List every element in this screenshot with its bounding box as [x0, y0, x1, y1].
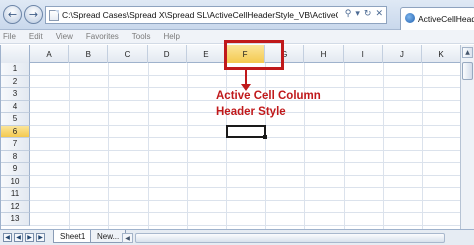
prev-icon: ◀ [16, 233, 21, 241]
search-icon[interactable]: ⚲ [345, 9, 352, 19]
grid-line-horizontal [30, 174, 460, 176]
column-header-b[interactable]: B [69, 45, 109, 63]
row-header-7[interactable]: 7 [1, 138, 30, 151]
dropdown-icon[interactable]: ▾ [355, 9, 360, 19]
column-header-j[interactable]: J [383, 45, 422, 63]
stop-icon[interactable]: ✕ [375, 9, 383, 19]
prev-sheet-button[interactable]: ◀ [14, 233, 23, 242]
back-button[interactable]: ← [3, 5, 22, 24]
column-header-c[interactable]: C [108, 45, 148, 63]
row-header-3[interactable]: 3 [1, 88, 30, 101]
row-header-12[interactable]: 12 [1, 200, 30, 213]
sheet-tab-new[interactable]: New... [90, 230, 127, 243]
forward-button[interactable]: → [24, 5, 43, 24]
row-header-6[interactable]: 6 [1, 125, 30, 138]
column-header-e[interactable]: E [187, 45, 226, 63]
back-arrow-icon: ← [7, 8, 18, 21]
browser-tab[interactable]: ActiveCellHeader [400, 7, 474, 30]
column-header-k[interactable]: K [422, 45, 460, 63]
row-header-4[interactable]: 4 [1, 100, 30, 113]
grid-line-horizontal [30, 224, 460, 226]
grid-line-horizontal [30, 162, 460, 163]
grid-line-horizontal [30, 212, 460, 213]
horizontal-scroll-thumb[interactable] [135, 233, 445, 243]
row-header-10[interactable]: 10 [1, 175, 30, 188]
ie-icon [405, 13, 415, 23]
sheet-tab-sheet1[interactable]: Sheet1 [53, 230, 93, 243]
grid-line-horizontal [30, 199, 460, 201]
spreadsheet-grid[interactable]: ABCDEFGHIJK 1 2 3 4 5 6 7 8 9 10 11 12 13 [0, 45, 460, 229]
annotation-line-2: Header Style [216, 106, 286, 118]
row-header-1[interactable]: 1 [1, 63, 30, 76]
browser-toolbar: ← → C:\Spread Cases\Spread X\Spread SL\A… [0, 0, 474, 30]
address-bar-icons: ⚲ ▾ ↻ ✕ [345, 9, 383, 19]
column-header-a[interactable]: A [30, 45, 70, 63]
column-header-d[interactable]: D [148, 45, 187, 63]
grid-line-horizontal [30, 187, 460, 188]
row-header-9[interactable]: 9 [1, 163, 30, 176]
first-icon: ◀ [5, 233, 10, 241]
menu-file[interactable]: File [3, 32, 16, 41]
scroll-up-button[interactable]: ▲ [462, 47, 473, 58]
refresh-icon[interactable]: ↻ [364, 9, 372, 19]
corner-cell[interactable] [1, 45, 30, 63]
address-bar[interactable]: C:\Spread Cases\Spread X\Spread SL\Activ… [45, 6, 387, 24]
sheet-tab-strip: ◀ ◀ ▶ ▶ Sheet1 New... ◀ [0, 229, 474, 245]
last-sheet-button[interactable]: ▶ [36, 233, 45, 242]
menu-view[interactable]: View [56, 32, 73, 41]
forward-arrow-icon: → [28, 8, 39, 21]
menu-help[interactable]: Help [163, 32, 179, 41]
menu-edit[interactable]: Edit [29, 32, 43, 41]
menu-tools[interactable]: Tools [132, 32, 151, 41]
row-header-8[interactable]: 8 [1, 150, 30, 163]
menu-favorites[interactable]: Favorites [86, 32, 119, 41]
scroll-left-button[interactable]: ◀ [122, 233, 133, 243]
annotation-highlight-box [224, 40, 284, 70]
grid-line-horizontal [30, 149, 460, 151]
active-cell[interactable] [226, 124, 267, 138]
next-icon: ▶ [27, 233, 32, 241]
row-header-13[interactable]: 13 [1, 213, 30, 226]
tab-title: ActiveCellHeader [418, 14, 474, 24]
chevron-up-icon: ▲ [465, 49, 470, 56]
last-icon: ▶ [38, 233, 43, 241]
vertical-scrollbar[interactable]: ▲ [460, 45, 474, 229]
annotation-text: Active Cell Column Header Style [216, 88, 321, 120]
url-text: C:\Spread Cases\Spread X\Spread SL\Activ… [62, 10, 338, 20]
vertical-scroll-thumb[interactable] [462, 62, 473, 80]
page-icon [49, 10, 59, 21]
column-header-i[interactable]: I [344, 45, 383, 63]
row-header-5[interactable]: 5 [1, 113, 30, 126]
chevron-left-icon: ◀ [125, 234, 130, 242]
row-header-2[interactable]: 2 [1, 75, 30, 88]
fill-handle[interactable] [263, 135, 268, 139]
row-header-11[interactable]: 11 [1, 188, 30, 201]
next-sheet-button[interactable]: ▶ [25, 233, 34, 242]
annotation-line-1: Active Cell Column [216, 90, 321, 102]
column-header-h[interactable]: H [304, 45, 344, 63]
first-sheet-button[interactable]: ◀ [3, 233, 12, 242]
